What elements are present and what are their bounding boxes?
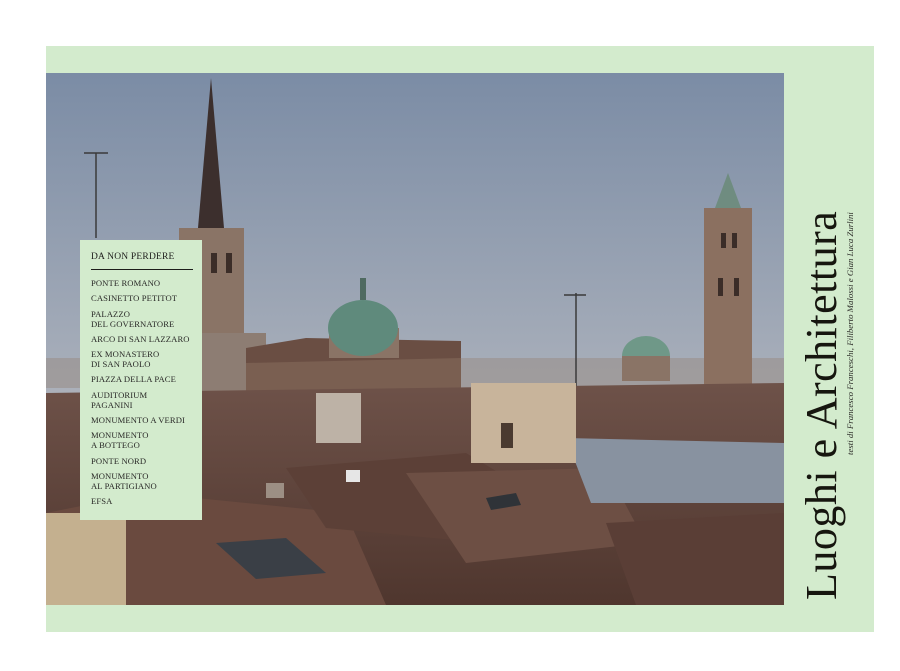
sidebar-item: MONUMENTO A BOTTEGO [91, 430, 149, 451]
sidebar-panel: DA NON PERDERE PONTE ROMANO CASINETTO PE… [80, 240, 202, 520]
sidebar-item: PALAZZO DEL GOVERNATORE [91, 308, 175, 329]
sidebar-item: EX MONASTERO DI SAN PAOLO [91, 349, 160, 370]
sidebar-item: MONUMENTO A VERDI [91, 415, 186, 426]
sidebar-item: MONUMENTO AL PARTIGIANO [91, 470, 157, 491]
sidebar-item: PONTE ROMANO [91, 278, 161, 288]
sidebar-item: EFSA [91, 496, 113, 507]
sidebar-item: AUDITORIUM PAGANINI [91, 389, 148, 410]
sidebar-title: DA NON PERDERE [91, 252, 193, 270]
page-title: Luoghi e Architettura [797, 210, 846, 600]
sidebar-item: PONTE NORD [91, 455, 147, 466]
sidebar-item: PIAZZA DELLA PACE [91, 374, 176, 385]
sidebar-item: ARCO DI SAN LAZZARO [91, 333, 190, 344]
sidebar-item: CASINETTO PETITOT [91, 293, 178, 304]
sidebar-list: PONTE ROMANO CASINETTO PETITOT PALAZZO D… [91, 278, 193, 506]
credit-line: testi di Francesco Franceschi, Filiberto… [845, 212, 855, 455]
